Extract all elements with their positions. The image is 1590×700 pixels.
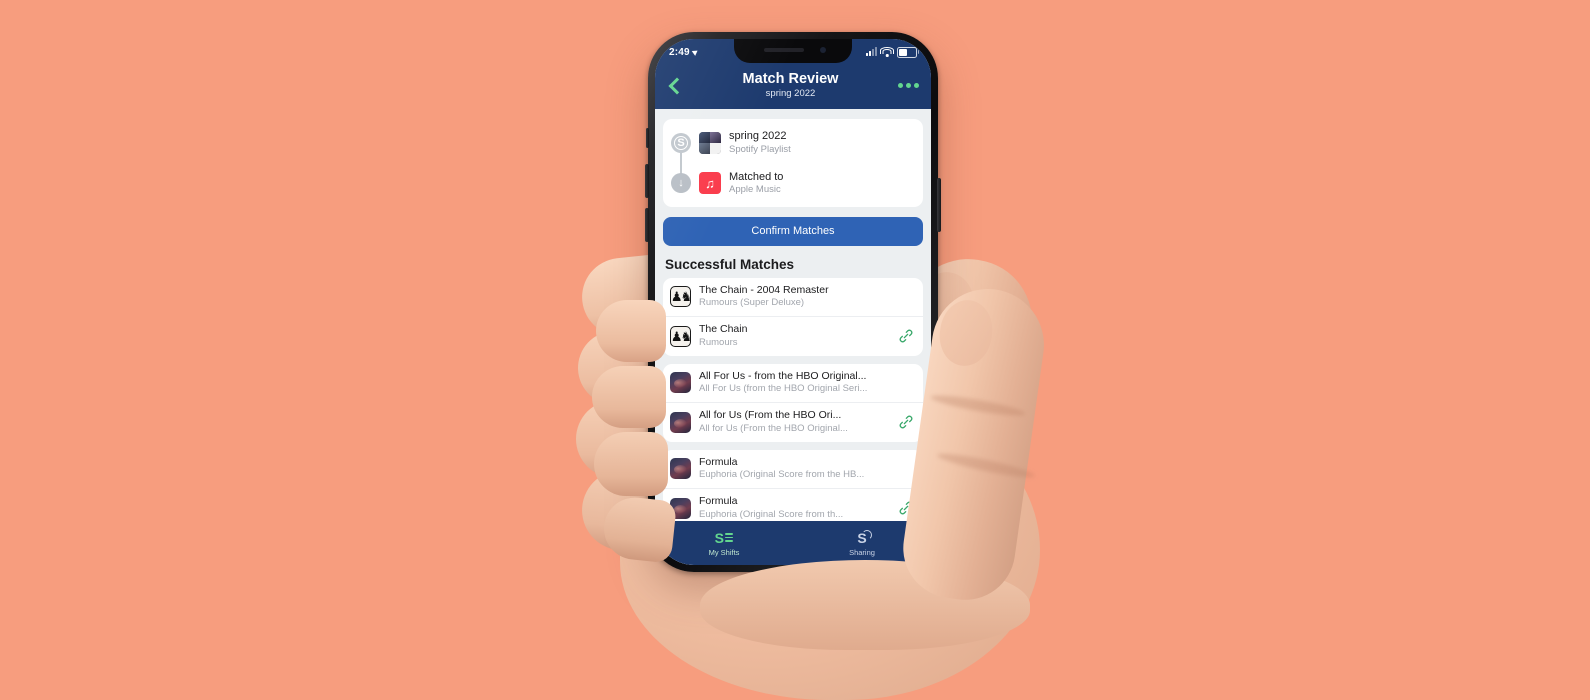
tab-label: Sharing: [849, 548, 875, 557]
power-button[interactable]: [937, 178, 941, 232]
track-subtitle: All For Us (from the HBO Original Seri..…: [699, 383, 868, 395]
track-title: The Chain: [699, 323, 748, 336]
target-title: Matched to: [729, 170, 784, 183]
link-chain-icon[interactable]: [898, 328, 914, 344]
match-pair[interactable]: ♟♞ The Chain - 2004 Remaster Rumours (Su…: [663, 277, 923, 356]
sharing-s-icon: S: [857, 529, 872, 546]
track-text: Formula Euphoria (Original Score from th…: [699, 456, 890, 482]
track-text: Formula Euphoria (Original Score from th…: [699, 495, 890, 521]
earpiece-speaker: [764, 48, 804, 52]
scene: 2:49 Match Review spring 2022 S spring 2…: [0, 0, 1590, 700]
spotify-badge-icon: S: [671, 133, 691, 154]
status-time-group: 2:49: [669, 46, 700, 58]
notch: [734, 39, 852, 63]
volume-down-button[interactable]: [645, 208, 649, 242]
track-row-source[interactable]: ♟♞ The Chain - 2004 Remaster Rumours (Su…: [663, 278, 923, 316]
wifi-icon: [880, 46, 894, 57]
chevron-left-icon[interactable]: [667, 78, 683, 94]
track-text: The Chain Rumours: [699, 323, 890, 349]
track-subtitle: Rumours: [699, 336, 738, 348]
apple-music-icon: ♫: [699, 172, 721, 195]
rumours-album-art: ♟♞: [670, 325, 691, 347]
rumours-album-art: ♟♞: [670, 286, 691, 308]
finger-overlap-3: [594, 432, 668, 496]
target-subtitle: Apple Music: [729, 183, 781, 195]
track-row-source[interactable]: Formula Euphoria (Original Score from th…: [663, 450, 923, 488]
match-pair[interactable]: All For Us - from the HBO Original... Al…: [663, 363, 923, 442]
silent-switch[interactable]: [646, 128, 649, 148]
track-subtitle: All for Us (From the HBO Original...: [699, 422, 848, 434]
source-title: spring 2022: [729, 130, 787, 143]
content-area: S spring 2022 Spotify Playlist ↓ ♫ Match…: [655, 109, 931, 565]
finger-overlap-2: [592, 366, 666, 428]
finger-overlap-1: [596, 300, 666, 362]
track-title: Formula: [699, 494, 738, 507]
shifts-s-icon: S: [715, 529, 734, 546]
tab-bar: S My Shifts S Sharing: [655, 521, 931, 565]
phone-screen-bezel: 2:49 Match Review spring 2022 S spring 2…: [655, 39, 931, 565]
track-title: Formula: [699, 455, 738, 468]
source-row-apple: ↓ ♫ Matched to Apple Music: [671, 170, 913, 197]
page-subtitle: spring 2022: [765, 87, 816, 99]
page-title: Match Review: [742, 71, 839, 87]
source-text: spring 2022 Spotify Playlist: [729, 129, 791, 156]
arrow-down-circle-icon: ↓: [671, 173, 691, 194]
source-summary-card: S spring 2022 Spotify Playlist ↓ ♫ Match…: [663, 119, 923, 207]
confirm-matches-button[interactable]: Confirm Matches: [663, 216, 923, 246]
nav-title-group: Match Review spring 2022: [683, 71, 898, 100]
section-title: Successful Matches: [665, 256, 795, 272]
more-options-icon[interactable]: [898, 83, 919, 89]
track-title: The Chain - 2004 Remaster: [699, 283, 829, 296]
euphoria-album-art: [670, 372, 691, 394]
cellular-bars-icon: [866, 47, 877, 56]
battery-icon: [897, 46, 919, 58]
source-subtitle: Spotify Playlist: [729, 143, 791, 155]
link-chain-icon[interactable]: [898, 414, 914, 430]
track-title: All For Us - from the HBO Original...: [699, 369, 867, 382]
target-text: Matched to Apple Music: [729, 170, 783, 197]
app-screen: 2:49 Match Review spring 2022 S spring 2…: [655, 39, 931, 565]
match-pair[interactable]: Formula Euphoria (Original Score from th…: [663, 449, 923, 528]
track-row-target[interactable]: ♟♞ The Chain Rumours: [663, 316, 923, 355]
source-row-spotify: S spring 2022 Spotify Playlist: [671, 129, 913, 156]
track-title: All for Us (From the HBO Ori...: [699, 409, 842, 422]
navigation-bar: Match Review spring 2022: [655, 65, 931, 110]
front-camera: [820, 47, 826, 53]
track-text: All for Us (From the HBO Ori... All for …: [699, 409, 890, 435]
playlist-artwork: [699, 132, 721, 155]
tab-my-shifts[interactable]: S My Shifts: [655, 529, 793, 558]
phone-device: 2:49 Match Review spring 2022 S spring 2…: [645, 32, 941, 572]
euphoria-album-art: [670, 458, 691, 480]
tab-label: My Shifts: [708, 548, 740, 557]
euphoria-album-art: [670, 411, 691, 433]
track-row-source[interactable]: All For Us - from the HBO Original... Al…: [663, 364, 923, 402]
status-indicators: [866, 46, 919, 58]
track-subtitle: Euphoria (Original Score from the HB...: [699, 469, 865, 481]
status-time: 2:49: [669, 46, 690, 58]
track-text: All For Us - from the HBO Original... Al…: [699, 370, 890, 396]
location-arrow-icon: [691, 48, 700, 56]
track-row-target[interactable]: All for Us (From the HBO Ori... All for …: [663, 402, 923, 441]
volume-up-button[interactable]: [645, 164, 649, 198]
track-text: The Chain - 2004 Remaster Rumours (Super…: [699, 284, 890, 310]
track-subtitle: Euphoria (Original Score from th...: [699, 508, 844, 520]
track-subtitle: Rumours (Super Deluxe): [699, 297, 805, 309]
